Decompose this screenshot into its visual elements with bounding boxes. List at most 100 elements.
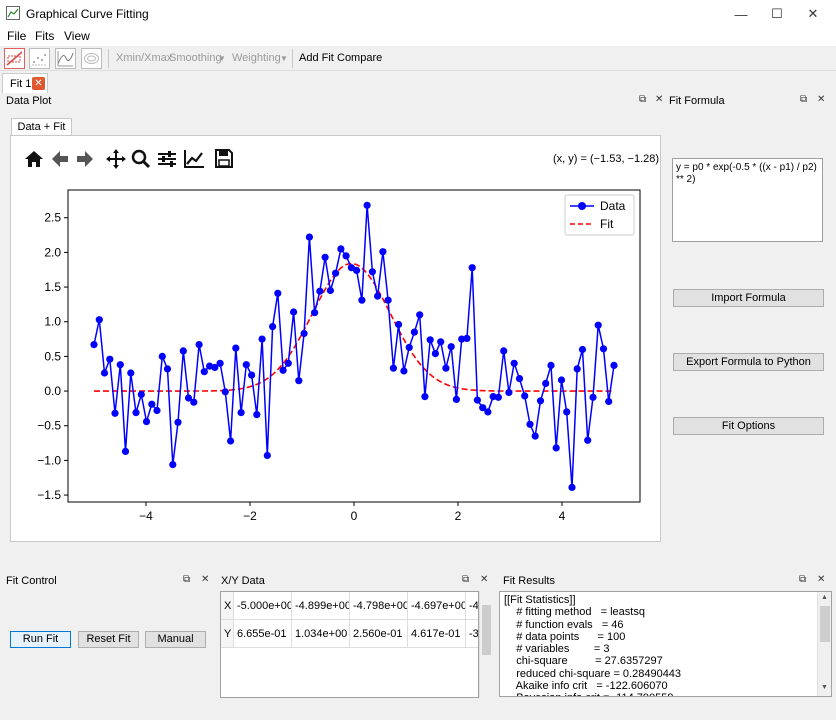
pan-icon[interactable] bbox=[106, 148, 126, 170]
undock-icon[interactable]: ⧉ bbox=[183, 574, 190, 585]
formula-editor[interactable]: y = p0 * exp(-0.5 * ((x - p1) / p2) ** 2… bbox=[672, 158, 823, 242]
results-scrollbar[interactable]: ▲ ▼ bbox=[817, 592, 831, 696]
xy-table-scrollbar[interactable] bbox=[479, 591, 493, 698]
xminmax-button[interactable]: Xmin/Xmax bbox=[116, 52, 172, 64]
undock-icon[interactable]: ⧉ bbox=[799, 574, 806, 585]
data-point bbox=[452, 395, 460, 403]
data-point bbox=[447, 343, 455, 351]
edit-axis-icon[interactable] bbox=[183, 148, 205, 170]
save-icon[interactable] bbox=[214, 148, 234, 170]
data-fit-chart[interactable]: −4 −2 0 2 4 −1.5 −1.0 −0.5 0.0 0.5 1.0 1.5 2.0 2.5 Da… bbox=[20, 180, 650, 530]
y-tick-label: −0.5 bbox=[37, 419, 61, 433]
data-point bbox=[190, 398, 198, 406]
data-point bbox=[153, 406, 161, 415]
forward-arrow-icon[interactable] bbox=[75, 148, 95, 170]
data-point bbox=[163, 365, 172, 373]
table-cell[interactable]: -4.697e+00 bbox=[408, 592, 466, 620]
data-point bbox=[573, 365, 581, 373]
data-point bbox=[174, 418, 182, 426]
curve-button[interactable] bbox=[55, 48, 76, 69]
menu-file[interactable]: File bbox=[7, 29, 26, 43]
close-icon[interactable]: ✕ bbox=[817, 574, 825, 585]
back-arrow-icon[interactable] bbox=[50, 148, 70, 170]
y-tick-label: 1.0 bbox=[44, 315, 61, 329]
data-point bbox=[521, 392, 529, 400]
data-point bbox=[547, 361, 555, 369]
scrollbar-thumb[interactable] bbox=[820, 606, 830, 642]
data-point bbox=[311, 309, 319, 317]
data-point bbox=[410, 328, 418, 336]
add-fit-button[interactable]: Add Fit bbox=[299, 52, 334, 64]
table-cell[interactable]: 4.617e-01 bbox=[408, 620, 466, 648]
xy-data-table[interactable]: X Y -5.000e+00 -4.899e+00 -4.798e+00 -4.… bbox=[220, 591, 479, 698]
data-point bbox=[179, 347, 187, 355]
data-point bbox=[263, 451, 271, 460]
chevron-down-icon: ▼ bbox=[218, 54, 226, 63]
scrollbar-thumb[interactable] bbox=[482, 605, 491, 655]
close-icon[interactable]: ✕ bbox=[817, 94, 825, 105]
data-point bbox=[337, 245, 345, 253]
fit-control-dock-title: Fit Control ⧉ ✕ bbox=[0, 574, 216, 590]
export-formula-button[interactable]: Export Formula to Python bbox=[673, 353, 824, 371]
minimize-icon: — bbox=[734, 6, 748, 22]
table-cell[interactable]: 6.655e-01 bbox=[234, 620, 292, 648]
table-cell[interactable]: -3 bbox=[466, 620, 478, 648]
close-window-button[interactable]: ✕ bbox=[790, 0, 836, 28]
fit-results-title: Fit Results bbox=[503, 575, 555, 587]
data-point bbox=[290, 308, 298, 316]
table-cell[interactable]: 2.560e-01 bbox=[350, 620, 408, 648]
close-icon[interactable]: ✕ bbox=[201, 574, 209, 585]
scroll-up-icon[interactable]: ▲ bbox=[821, 594, 828, 601]
menu-fits[interactable]: Fits bbox=[35, 29, 54, 43]
tab-fit-1-label: Fit 1 bbox=[10, 78, 32, 90]
y-tick-label: 1.5 bbox=[44, 280, 61, 294]
close-tab-icon[interactable]: ✕ bbox=[32, 77, 45, 90]
reset-fit-button[interactable]: Reset Fit bbox=[78, 631, 139, 648]
data-point bbox=[473, 396, 481, 404]
select-points-button[interactable] bbox=[4, 48, 25, 69]
data-point bbox=[121, 447, 130, 455]
xy-data-dock-title: X/Y Data ⧉ ✕ bbox=[218, 574, 496, 590]
tab-fit-1[interactable]: Fit 1 ✕ bbox=[2, 73, 48, 93]
data-point bbox=[494, 393, 502, 401]
menu-view[interactable]: View bbox=[64, 29, 90, 43]
undock-icon[interactable]: ⧉ bbox=[462, 574, 469, 585]
close-icon[interactable]: ✕ bbox=[480, 574, 488, 585]
configure-subplots-icon[interactable] bbox=[157, 148, 177, 170]
smoothing-dropdown[interactable]: Smoothing bbox=[169, 52, 222, 64]
chevron-down-icon: ▼ bbox=[280, 54, 288, 63]
data-point bbox=[332, 269, 340, 277]
data-point bbox=[368, 268, 376, 276]
fit-options-button[interactable]: Fit Options bbox=[673, 417, 824, 435]
table-cell[interactable]: -4.899e+00 bbox=[292, 592, 350, 620]
x-tick-label: −4 bbox=[139, 509, 153, 523]
scroll-down-icon[interactable]: ▼ bbox=[821, 684, 828, 691]
data-point bbox=[200, 368, 208, 376]
undock-icon[interactable]: ⧉ bbox=[800, 94, 807, 105]
table-cell[interactable]: -4 bbox=[466, 592, 478, 620]
manual-button[interactable]: Manual bbox=[145, 631, 206, 648]
result-line: # function evals = 46 bbox=[504, 618, 624, 631]
contour-button[interactable] bbox=[81, 48, 102, 69]
data-point bbox=[158, 352, 166, 360]
toolbar: Xmin/Xmax Smoothing ▼ Weighting ▼ Add Fi… bbox=[0, 46, 836, 71]
run-fit-button[interactable]: Run Fit bbox=[10, 631, 71, 648]
result-line: Akaike info crit = -122.606070 bbox=[504, 680, 668, 693]
zoom-icon[interactable] bbox=[131, 148, 151, 170]
tab-data-fit[interactable]: Data + Fit bbox=[11, 118, 72, 136]
data-point bbox=[237, 409, 245, 417]
compare-button[interactable]: Compare bbox=[337, 52, 382, 64]
data-point bbox=[484, 408, 492, 416]
toolbar-separator bbox=[108, 49, 109, 68]
select-points-icon bbox=[6, 51, 23, 66]
table-cell[interactable]: 1.034e+00 bbox=[292, 620, 350, 648]
weighting-dropdown[interactable]: Weighting bbox=[232, 52, 281, 64]
import-formula-button[interactable]: Import Formula bbox=[673, 289, 824, 307]
table-cell[interactable]: -4.798e+00 bbox=[350, 592, 408, 620]
undock-icon[interactable]: ⧉ bbox=[639, 94, 646, 105]
data-point bbox=[463, 334, 471, 342]
table-cell[interactable]: -5.000e+00 bbox=[234, 592, 292, 620]
scatter-button[interactable] bbox=[29, 48, 50, 69]
home-icon[interactable] bbox=[24, 148, 44, 170]
close-icon[interactable]: ✕ bbox=[655, 94, 663, 105]
